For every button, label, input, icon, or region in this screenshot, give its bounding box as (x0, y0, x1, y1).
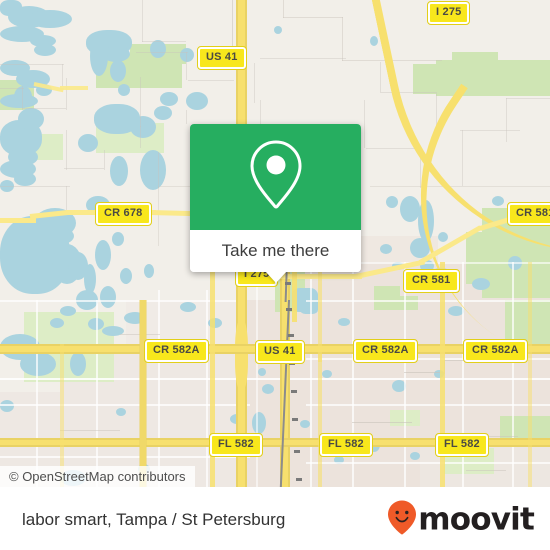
map-screenshot-page: I 275 US 41 CR 678 CR 581 I 275 CR 581 C… (0, 0, 550, 550)
card-pointer-tail (264, 271, 287, 283)
road-shield: FL 582 (319, 433, 373, 457)
road-shield: FL 582 (435, 433, 489, 457)
road-shield: CR 582A (353, 339, 418, 363)
road-shield: CR 678 (95, 202, 152, 226)
map-canvas[interactable]: I 275 US 41 CR 678 CR 581 I 275 CR 581 C… (0, 0, 550, 490)
card-header (190, 124, 361, 230)
take-me-there-button[interactable]: Take me there (190, 230, 361, 272)
moovit-smiling-pin-icon (388, 500, 417, 539)
place-title: labor smart, Tampa / St Petersburg (22, 509, 286, 529)
road-shield: I 275 (426, 1, 471, 25)
road-shield: CR 581 (507, 202, 550, 226)
footer-bar: labor smart, Tampa / St Petersburg moovi… (0, 487, 550, 550)
road-shield: CR 581 (403, 269, 460, 293)
moovit-logo[interactable]: moovit (388, 500, 535, 539)
road-shield: CR 582A (463, 339, 528, 363)
osm-attribution[interactable]: © OpenStreetMap contributors (0, 466, 195, 488)
road-shield: US 41 (255, 340, 305, 364)
location-pin-icon (248, 138, 304, 217)
moovit-wordmark: moovit (418, 501, 535, 537)
road-shield: US 41 (197, 46, 247, 70)
take-me-there-card[interactable]: Take me there (190, 124, 361, 283)
road-shield: CR 582A (144, 339, 209, 363)
road-shield: FL 582 (209, 433, 263, 457)
